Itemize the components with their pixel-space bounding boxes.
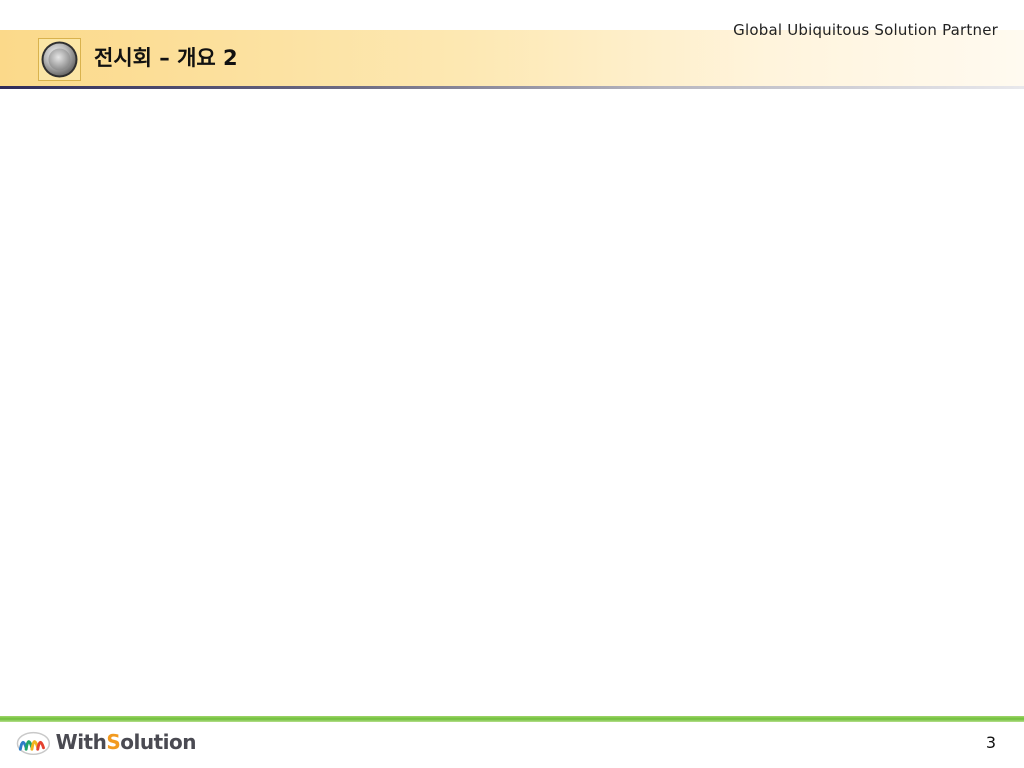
withsolution-logo-icon	[16, 731, 51, 756]
page-title: 전시회 – 개요 2	[94, 46, 238, 70]
tagline: Global Ubiquitous Solution Partner	[733, 21, 998, 39]
footer-divider	[0, 716, 1024, 722]
page-number: 3	[985, 733, 996, 752]
logo-wordmark: WithSolution	[55, 730, 197, 754]
company-logo: WithSolution	[16, 724, 196, 760]
round-button-icon	[38, 38, 81, 81]
slide: Global Ubiquitous Solution Partner 전시회 –…	[0, 0, 1024, 768]
header-divider	[0, 86, 1024, 89]
